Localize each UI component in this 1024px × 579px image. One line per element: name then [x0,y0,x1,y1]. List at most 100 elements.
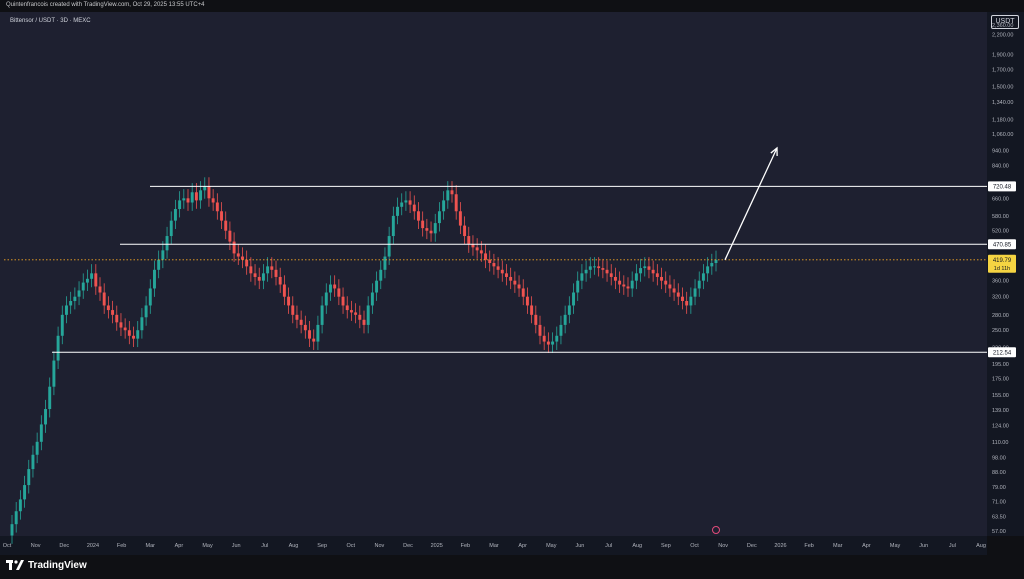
candle-body [676,292,680,297]
candle-body [257,276,261,281]
time-tick-label: Oct [346,543,355,549]
candle-body [626,286,630,289]
symbol-title[interactable]: Bittensor / USDT · 3D · MEXC [10,18,91,24]
candle-body [165,236,169,251]
price-tick-label: 155.00 [992,393,1009,399]
candle-body [35,441,39,455]
candle-body [18,499,22,512]
currency-button[interactable]: USDT [991,15,1019,29]
price-chart[interactable]: 2,360.002,200.001,900.001,700.001,500.00… [0,0,1024,555]
candle-body [52,360,56,387]
candle-body [282,284,286,297]
candle-body [404,200,408,203]
candle-body [123,327,127,331]
price-tick-label: 88.00 [992,470,1006,476]
event-marker-icon[interactable] [712,526,720,534]
price-tick-label: 1,340.00 [992,100,1013,106]
candle-body [261,273,265,281]
candle-countdown-label: 1d 11h [994,266,1010,272]
candle-body [559,324,563,336]
candle-body [287,296,291,306]
candle-body [601,268,605,270]
candle-body [505,273,508,277]
candle-body [525,296,529,306]
candle-body [530,305,534,315]
time-tick-label: Jun [576,543,585,549]
candle-body [60,314,64,336]
candle-body [521,288,525,297]
time-tick-label: Feb [461,543,470,549]
candle-body [467,236,471,245]
candle-body [437,211,441,224]
time-tick-label: Jun [919,543,928,549]
candle-body [111,310,115,315]
candle-body [190,192,194,203]
candle-body [274,269,278,277]
candle-body [245,259,249,267]
time-tick-label: Aug [976,543,986,549]
candle-body [65,305,68,315]
candle-body [433,223,437,234]
candle-body [450,190,454,195]
level-price-label: 212.54 [993,350,1012,356]
candle-body [115,314,119,323]
price-tick-label: 1,900.00 [992,53,1013,59]
candle-body [651,269,655,274]
candle-body [23,485,27,500]
candle-body [312,338,316,342]
candle-body [278,276,282,285]
time-tick-label: Sep [661,543,671,549]
candle-body [458,211,462,226]
candle-body [153,269,156,289]
time-tick-label: Apr [175,543,184,549]
time-tick-label: May [202,543,213,549]
candle-body [173,209,177,221]
candle-body [349,310,353,313]
brand-name: TradingView [28,560,87,571]
candle-body [291,305,295,315]
candle-body [215,202,219,212]
candle-body [613,276,617,281]
candle-body [572,292,575,306]
candle-body [509,276,513,281]
candle-body [370,292,374,306]
candle-body [178,200,182,210]
candle-body [199,190,203,201]
candle-body [295,314,299,320]
candle-body [500,269,504,274]
time-tick-label: Nov [375,543,385,549]
candle-body [375,280,379,293]
candle-body [412,204,416,212]
candle-body [194,192,198,201]
time-tick-label: Feb [117,543,126,549]
time-tick-label: Dec [403,543,413,549]
time-tick-label: May [890,543,901,549]
time-tick-label: Jul [949,543,956,549]
candle-body [77,290,81,297]
candle-body [597,266,601,269]
candle-body [475,247,479,251]
candle-body [94,273,98,287]
candle-body [668,284,672,289]
tradingview-logo[interactable]: TradingView [6,560,87,571]
candle-body [333,284,337,289]
candle-body [337,288,341,297]
time-tick-label: Jul [261,543,268,549]
candle-body [249,266,253,274]
candle-body [106,305,110,311]
candle-body [618,280,622,285]
candle-body [56,335,60,361]
price-tick-label: 320.00 [992,295,1009,301]
candle-body [672,288,676,293]
price-tick-label: 660.00 [992,196,1009,202]
candle-body [488,259,492,264]
time-tick-label: Apr [518,543,527,549]
time-tick-label: Aug [632,543,642,549]
candle-body [127,330,131,336]
time-tick-label: Feb [804,543,813,549]
candle-body [316,324,320,342]
candle-body [253,273,257,277]
candle-body [303,324,307,331]
price-tick-label: 57.00 [992,529,1006,535]
candle-body [31,454,35,470]
